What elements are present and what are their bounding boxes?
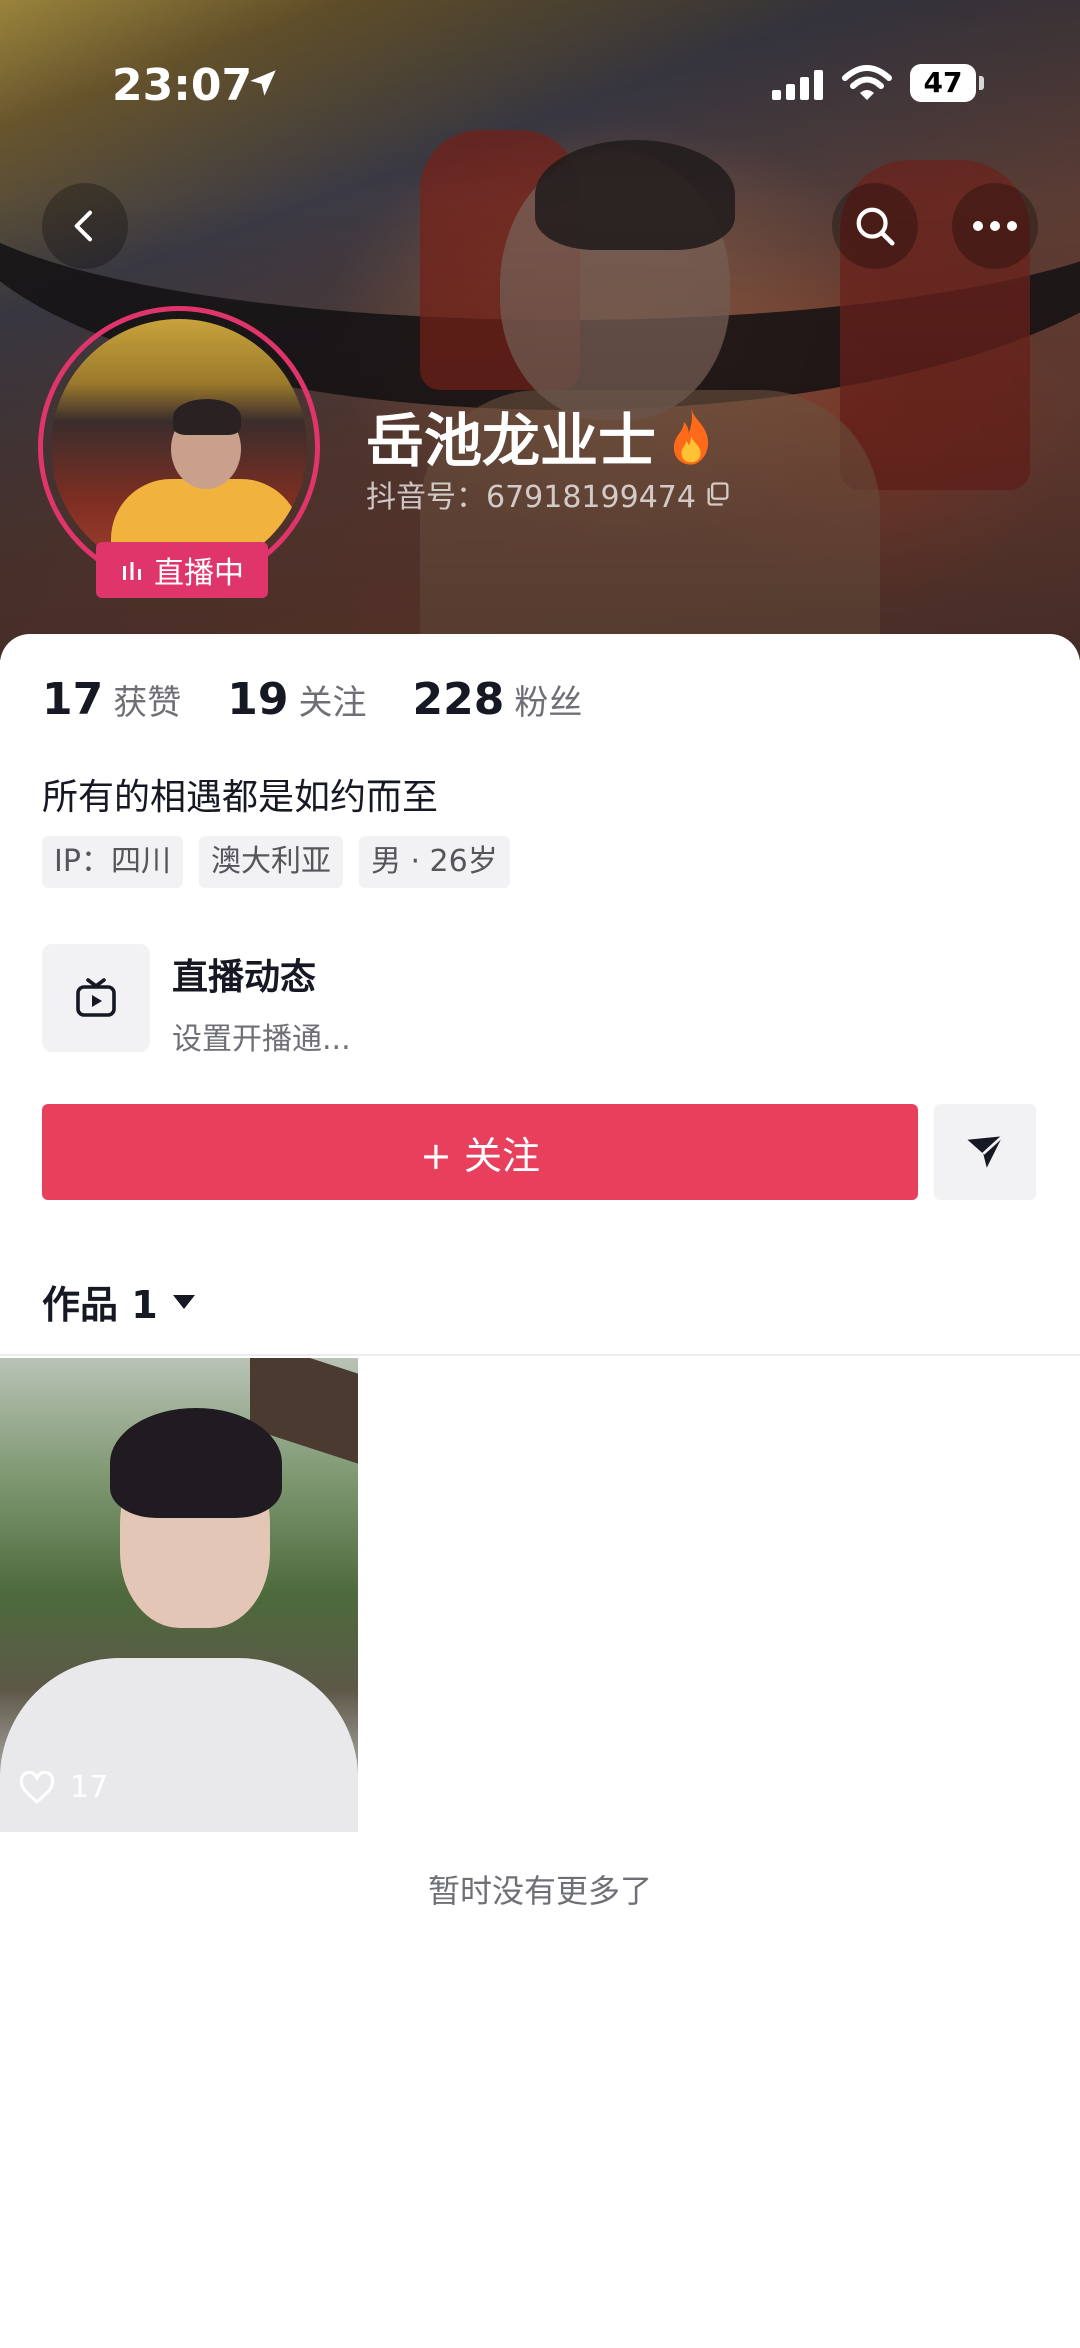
tag-gender-age: 男 · 26岁	[358, 836, 510, 888]
stat-likes[interactable]: 17 获赞	[42, 674, 181, 725]
stat-value: 17	[42, 674, 104, 725]
tag-ip: IP：四川	[42, 836, 183, 888]
live-feed-title: 直播动态	[172, 957, 317, 998]
caret-down-icon	[172, 1294, 195, 1309]
video-like-count: 17	[70, 1770, 109, 1805]
avatar	[51, 319, 307, 575]
fire-icon	[673, 407, 709, 465]
search-icon	[856, 207, 895, 246]
stat-value: 19	[227, 674, 289, 725]
live-bars-icon	[123, 562, 141, 580]
nickname-text: 岳池龙业士	[366, 407, 657, 475]
divider	[0, 1354, 1080, 1356]
stat-followers[interactable]: 228 粉丝	[412, 674, 582, 725]
live-tv-icon-box	[42, 944, 150, 1052]
signal-icon	[772, 70, 823, 100]
nickname: 岳池龙业士	[366, 394, 720, 478]
share-button[interactable]	[934, 1104, 1036, 1200]
search-button[interactable]	[832, 183, 918, 269]
chevron-left-icon	[74, 210, 92, 242]
stat-label: 粉丝	[514, 683, 583, 723]
follow-button[interactable]: + 关注	[42, 1104, 918, 1200]
douyin-id: 抖音号：67918199474	[366, 472, 732, 516]
end-of-list-text: 暂时没有更多了	[427, 1872, 652, 1910]
douyin-id-text: 抖音号：67918199474	[366, 480, 696, 515]
tab-works-label: 作品 1	[42, 1283, 158, 1327]
stat-value: 228	[412, 674, 505, 725]
back-button[interactable]	[42, 183, 128, 269]
battery-tip	[979, 76, 984, 90]
more-button[interactable]	[952, 183, 1038, 269]
video-likes: 17	[18, 1770, 108, 1805]
live-badge-label: 直播中	[154, 556, 244, 591]
bio: 所有的相遇都是如约而至	[42, 777, 439, 818]
profile-stats: 17 获赞 19 关注 228 粉丝	[42, 674, 582, 725]
wifi-icon	[842, 65, 892, 100]
stat-label: 关注	[298, 683, 367, 723]
live-badge[interactable]: 直播中	[96, 542, 268, 598]
live-feed-subtitle: 设置开播通...	[172, 1022, 351, 1057]
tab-works[interactable]: 作品 1	[42, 1274, 196, 1329]
heart-icon	[19, 1770, 55, 1803]
tag-location: 澳大利亚	[198, 836, 343, 888]
battery-indicator: 47	[910, 64, 976, 102]
profile-tags: IP：四川 澳大利亚 男 · 26岁	[42, 836, 510, 888]
stat-label: 获赞	[113, 683, 182, 723]
live-feed-entry[interactable]: 直播动态 设置开播通...	[42, 944, 351, 1058]
location-arrow-icon	[250, 70, 276, 96]
send-icon	[967, 1135, 1004, 1168]
status-time: 23:07	[112, 60, 253, 111]
tv-icon	[76, 978, 116, 1017]
profile-card: 17 获赞 19 关注 228 粉丝 所有的相遇都是如约而至 IP：四川 澳大利亚 男…	[0, 634, 1080, 2348]
more-dots-icon	[973, 221, 1017, 231]
stat-following[interactable]: 19 关注	[227, 674, 366, 725]
video-thumbnail[interactable]: 17	[0, 1358, 358, 1832]
copy-icon[interactable]	[704, 480, 732, 508]
